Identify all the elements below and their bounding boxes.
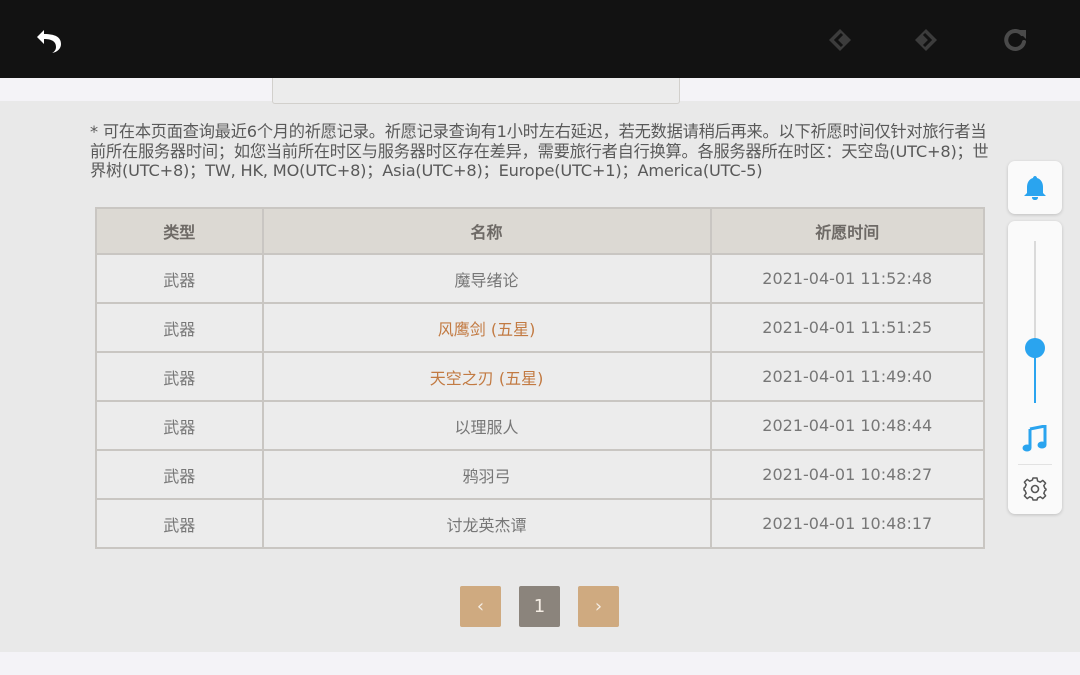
browser-toolbar xyxy=(0,0,1080,78)
table-row: 武器 讨龙英杰谭 2021-04-01 10:48:17 xyxy=(95,498,985,549)
cell-type: 武器 xyxy=(95,302,264,353)
pagination: ‹ 1 › xyxy=(460,586,619,627)
cell-time: 2021-04-01 11:51:25 xyxy=(709,302,985,353)
wish-notice-text: * 可在本页面查询最近6个月的祈愿记录。祈愿记录查询有1小时左右延迟，若无数据请… xyxy=(90,122,989,180)
table-row: 武器 天空之刃 (五星) 2021-04-01 11:49:40 xyxy=(95,351,985,402)
cell-type: 武器 xyxy=(95,351,264,402)
cell-name: 以理服人 xyxy=(261,400,712,451)
panel-divider xyxy=(1018,464,1052,465)
volume-slider-track[interactable] xyxy=(1034,241,1036,403)
cell-time: 2021-04-01 10:48:17 xyxy=(709,498,985,549)
music-note-icon[interactable] xyxy=(1022,425,1048,453)
cell-time: 2021-04-01 11:52:48 xyxy=(709,253,985,304)
cell-type: 武器 xyxy=(95,253,264,304)
cell-name-five-star: 风鹰剑 (五星) xyxy=(261,302,712,353)
table-row: 武器 风鹰剑 (五星) 2021-04-01 11:51:25 xyxy=(95,302,985,353)
current-page-button[interactable]: 1 xyxy=(519,586,560,627)
header-time: 祈愿时间 xyxy=(709,207,985,255)
cell-name: 魔导绪论 xyxy=(261,253,712,304)
diamond-right-icon[interactable] xyxy=(906,20,946,60)
prev-page-button[interactable]: ‹ xyxy=(460,586,501,627)
cell-time: 2021-04-01 11:49:40 xyxy=(709,351,985,402)
cell-name: 讨龙英杰谭 xyxy=(261,498,712,549)
diamond-left-icon[interactable] xyxy=(820,20,860,60)
cell-time: 2021-04-01 10:48:27 xyxy=(709,449,985,500)
gear-icon[interactable] xyxy=(1023,477,1047,501)
volume-panel xyxy=(1008,221,1062,514)
reload-icon[interactable] xyxy=(995,20,1035,60)
cell-name-five-star: 天空之刃 (五星) xyxy=(261,351,712,402)
back-arrow-icon[interactable] xyxy=(29,20,69,60)
cell-name: 鸦羽弓 xyxy=(261,449,712,500)
table-row: 武器 以理服人 2021-04-01 10:48:44 xyxy=(95,400,985,451)
cell-type: 武器 xyxy=(95,400,264,451)
cell-type: 武器 xyxy=(95,449,264,500)
table-row: 武器 魔导绪论 2021-04-01 11:52:48 xyxy=(95,253,985,304)
header-type: 类型 xyxy=(95,207,264,255)
wish-records-table: 类型 名称 祈愿时间 武器 魔导绪论 2021-04-01 11:52:48 武… xyxy=(95,207,985,549)
bell-icon xyxy=(1024,175,1046,200)
page-bottom-strip xyxy=(0,652,1080,675)
tab-selector-remnant[interactable] xyxy=(272,78,680,104)
notification-button[interactable] xyxy=(1008,161,1062,214)
volume-slider-handle[interactable] xyxy=(1025,338,1045,358)
cell-time: 2021-04-01 10:48:44 xyxy=(709,400,985,451)
table-row: 武器 鸦羽弓 2021-04-01 10:48:27 xyxy=(95,449,985,500)
next-page-button[interactable]: › xyxy=(578,586,619,627)
header-name: 名称 xyxy=(261,207,712,255)
cell-type: 武器 xyxy=(95,498,264,549)
table-header-row: 类型 名称 祈愿时间 xyxy=(95,207,985,255)
